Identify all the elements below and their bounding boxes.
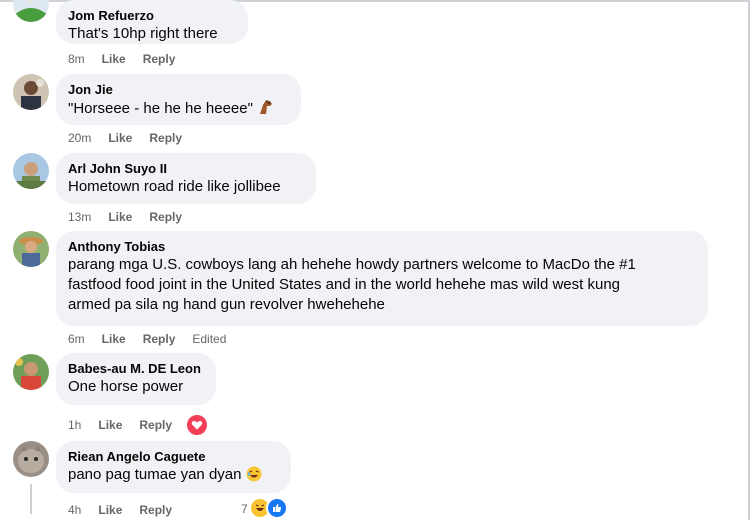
comment-text-line: fastfood food joint in the United States…: [68, 276, 621, 293]
comment-text: Hometown road ride like jollibee: [68, 178, 281, 195]
comment-author[interactable]: Jom Refuerzo: [68, 7, 236, 24]
comment-actions: 1h Like Reply: [68, 413, 226, 437]
comment-author[interactable]: Jon Jie: [68, 81, 289, 98]
like-button[interactable]: Like: [102, 51, 126, 67]
comment-author[interactable]: Babes-au M. DE Leon: [68, 360, 204, 377]
comment-text: That's 10hp right there: [68, 25, 218, 42]
comment-bubble: Jon Jie "Horseee - he he he heeee": [56, 74, 301, 125]
comment-text-line: parang mga U.S. cowboys lang ah hehehe h…: [68, 256, 636, 273]
comment-bubble: Arl John Suyo II Hometown road ride like…: [56, 153, 316, 204]
reply-button[interactable]: Reply: [149, 209, 182, 225]
heart-reaction-icon[interactable]: [185, 413, 210, 437]
comment-text-line: pano pag tumae yan dyan: [68, 465, 279, 488]
like-reaction-icon: [266, 497, 288, 519]
like-button[interactable]: Like: [108, 209, 132, 225]
like-button[interactable]: Like: [102, 331, 126, 347]
comment-bubble: Anthony Tobias parang mga U.S. cowboys l…: [56, 231, 708, 326]
comment-time[interactable]: 1h: [68, 417, 81, 433]
like-button[interactable]: Like: [108, 130, 132, 146]
comment-actions: 20m Like Reply: [68, 130, 199, 146]
comment-text: pano pag tumae yan dyan: [68, 466, 242, 483]
edited-label: Edited: [192, 332, 227, 346]
comment-author[interactable]: Arl John Suyo II: [68, 160, 304, 177]
reply-button[interactable]: Reply: [139, 417, 172, 433]
laughing-emoji-icon: [246, 466, 262, 488]
avatar[interactable]: [13, 231, 49, 267]
avatar[interactable]: [13, 0, 49, 22]
reply-button[interactable]: Reply: [143, 331, 176, 347]
comment-text-line: "Horseee - he he he heeee": [68, 98, 289, 122]
comment-author[interactable]: Riean Angelo Caguete: [68, 448, 279, 465]
comment-text-line: armed pa sila ng hand gun revolver hwehe…: [68, 296, 385, 313]
like-button[interactable]: Like: [98, 417, 122, 433]
comment-time[interactable]: 20m: [68, 130, 91, 146]
reply-button[interactable]: Reply: [143, 51, 176, 67]
comment-author[interactable]: Anthony Tobias: [68, 238, 696, 255]
comment-time[interactable]: 4h: [68, 502, 81, 518]
comment-time[interactable]: 8m: [68, 51, 85, 67]
avatar[interactable]: [13, 74, 49, 110]
avatar[interactable]: [13, 441, 49, 477]
comment-actions: 4h Like Reply: [68, 502, 189, 518]
reaction-count[interactable]: 7: [241, 502, 248, 516]
like-button[interactable]: Like: [98, 502, 122, 518]
comment-text: One horse power: [68, 378, 184, 395]
reply-thread-line: [30, 484, 32, 514]
horse-emoji-icon: [257, 98, 275, 122]
comment-text: "Horseee - he he he heeee": [68, 100, 253, 117]
comment-bubble: Jom Refuerzo That's 10hp right there: [56, 0, 248, 44]
comment-bubble: Riean Angelo Caguete pano pag tumae yan …: [56, 441, 291, 493]
comment-actions: 8m Like Reply: [68, 51, 192, 67]
reaction-icons[interactable]: [249, 497, 288, 519]
reply-button[interactable]: Reply: [149, 130, 182, 146]
comment-actions: 6m Like Reply Edited: [68, 331, 243, 347]
comment-time[interactable]: 13m: [68, 209, 91, 225]
comment-time[interactable]: 6m: [68, 331, 85, 347]
avatar[interactable]: [13, 153, 49, 189]
comment-bubble: Babes-au M. DE Leon One horse power: [56, 353, 216, 405]
avatar[interactable]: [13, 354, 49, 390]
reply-button[interactable]: Reply: [139, 502, 172, 518]
comment-actions: 13m Like Reply: [68, 209, 199, 225]
